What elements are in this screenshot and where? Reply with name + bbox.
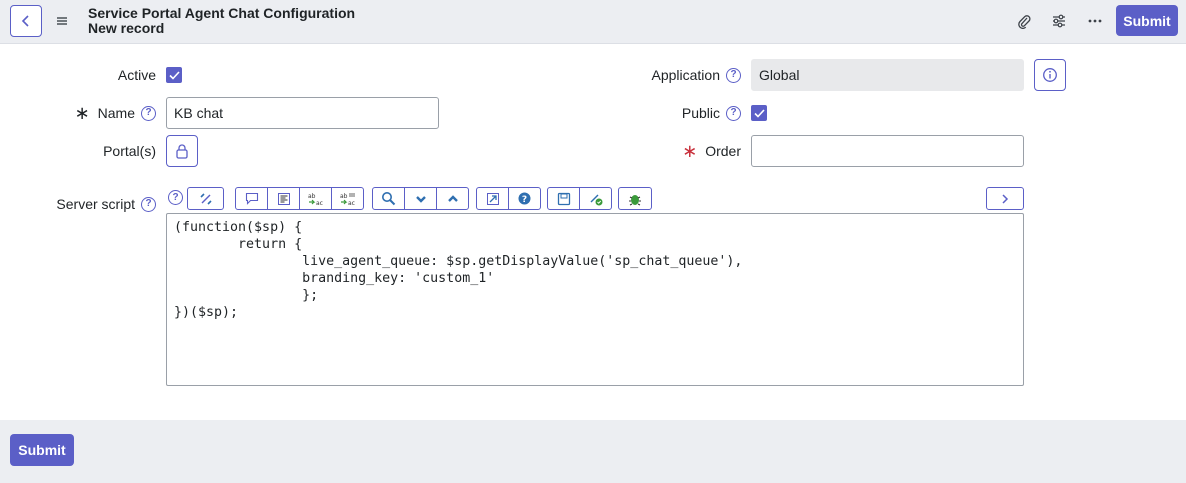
comment-icon	[245, 192, 258, 205]
script-help-icon[interactable]: ?	[168, 190, 183, 205]
code-line: branding_key: 'custom_1'	[174, 271, 495, 286]
replace-button[interactable]: ab ac	[299, 187, 332, 210]
code-line: };	[174, 288, 319, 303]
chevron-right-icon	[1002, 193, 1009, 204]
save-icon	[557, 192, 570, 205]
name-label: ∗ Name ?	[40, 102, 156, 124]
checkmark-icon	[753, 108, 765, 118]
replace-all-button[interactable]: ab ac	[331, 187, 364, 210]
help-icon[interactable]: ?	[726, 105, 741, 121]
info-icon	[1043, 68, 1057, 82]
code-line: })($sp);	[174, 305, 239, 320]
syntax-check-icon	[590, 194, 602, 205]
submit-button-top[interactable]: Submit	[1116, 5, 1178, 36]
search-button[interactable]	[372, 187, 405, 210]
lock-icon	[176, 144, 188, 159]
order-label: ∗ Order	[682, 140, 741, 161]
chevron-up-icon	[447, 194, 458, 202]
application-label: Application ?	[600, 64, 741, 86]
server-script-editor[interactable]: (function($sp) { return { live_agent_que…	[166, 213, 1024, 386]
question-circle-icon: ?	[518, 192, 531, 205]
search-icon	[382, 192, 396, 206]
portals-label: Portal(s)	[103, 143, 156, 159]
page-subtitle: New record	[88, 20, 165, 36]
bug-icon	[629, 194, 641, 205]
svg-text:ac: ac	[348, 200, 355, 207]
title-block: Service Portal Agent Chat Configuration …	[88, 6, 355, 36]
required-indicator: ∗	[682, 140, 698, 161]
search-toolbar-group	[372, 187, 469, 210]
replace-all-icon: abac	[340, 193, 355, 207]
script-help-button[interactable]: ?	[508, 187, 541, 210]
code-line: return {	[174, 237, 303, 252]
open-script-button[interactable]	[476, 187, 509, 210]
formatting-toolbar-group: ab ac ab ac	[235, 187, 364, 210]
find-next-button[interactable]	[404, 187, 437, 210]
format-code-button[interactable]	[267, 187, 300, 210]
debug-script-button[interactable]	[618, 187, 652, 210]
expand-toolbar-button[interactable]	[986, 187, 1024, 210]
syntax-editor-icon	[199, 192, 212, 205]
svg-text:ac: ac	[316, 200, 323, 207]
replace-icon: abac	[308, 193, 323, 207]
svg-text:?: ?	[522, 195, 527, 205]
application-field: Global	[751, 59, 1024, 91]
format-icon	[277, 192, 290, 205]
portals-lock-button[interactable]	[166, 135, 198, 167]
svg-text:ab: ab	[340, 193, 348, 200]
code-line: (function($sp) {	[174, 220, 303, 235]
public-label: Public ?	[600, 102, 741, 124]
submit-button-bottom[interactable]: Submit	[10, 434, 74, 466]
more-options-icon[interactable]	[1085, 11, 1105, 31]
back-button[interactable]	[10, 5, 42, 37]
application-info-button[interactable]	[1034, 59, 1066, 91]
server-script-label: Server script ?	[30, 193, 156, 215]
comment-button[interactable]	[235, 187, 268, 210]
page-title: Service Portal Agent Chat Configuration	[88, 5, 356, 21]
form-header: Service Portal Agent Chat Configuration …	[0, 0, 1186, 44]
attachment-icon[interactable]	[1014, 11, 1034, 31]
external-link-icon	[486, 192, 499, 205]
help-icon[interactable]: ?	[141, 105, 156, 121]
chevron-down-icon	[415, 195, 426, 203]
chevron-left-icon	[21, 15, 29, 27]
required-indicator: ∗	[74, 102, 90, 123]
active-label: Active	[117, 67, 156, 83]
name-input[interactable]: KB chat	[166, 97, 439, 129]
utility-toolbar-group: ?	[476, 187, 541, 210]
check-syntax-button[interactable]	[579, 187, 612, 210]
active-checkbox[interactable]	[166, 67, 182, 83]
toggle-syntax-editor-button[interactable]	[187, 187, 224, 210]
find-previous-button[interactable]	[436, 187, 469, 210]
svg-text:ab: ab	[308, 193, 316, 200]
help-icon[interactable]: ?	[726, 67, 741, 83]
public-checkbox[interactable]	[751, 105, 767, 121]
help-icon[interactable]: ?	[141, 196, 156, 212]
save-button[interactable]	[547, 187, 580, 210]
form-footer	[0, 420, 1186, 483]
settings-sliders-icon[interactable]	[1049, 11, 1069, 31]
checkmark-icon	[168, 70, 180, 80]
actions-toolbar-group	[547, 187, 612, 210]
order-input[interactable]	[751, 135, 1024, 167]
code-line: live_agent_queue: $sp.getDisplayValue('s…	[174, 254, 743, 269]
hamburger-menu-icon[interactable]	[55, 14, 69, 28]
